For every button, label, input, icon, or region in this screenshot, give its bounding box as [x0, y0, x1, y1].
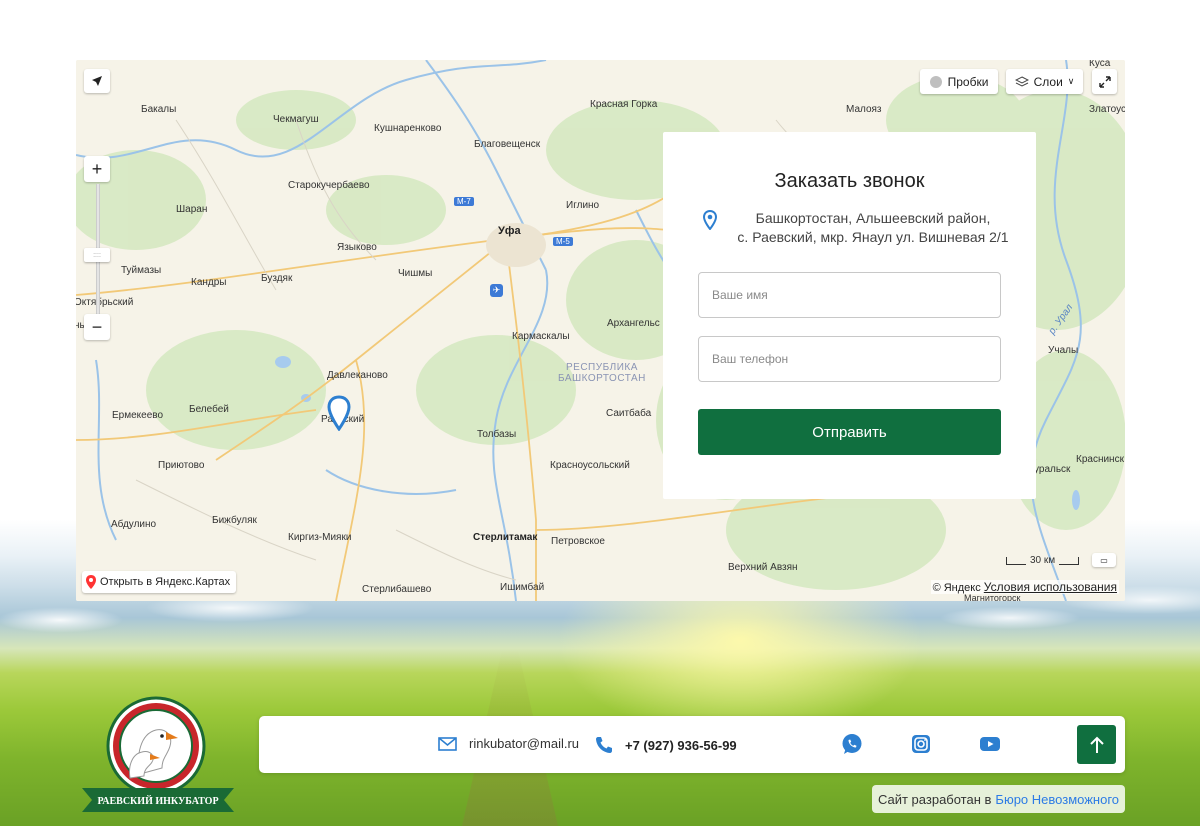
zoom-out-button[interactable]: −	[84, 314, 110, 340]
developer-credit: Сайт разработан в Бюро Невозможного	[872, 785, 1125, 813]
expand-icon	[1098, 75, 1111, 88]
map-label-iglino: Иглино	[566, 200, 600, 211]
email-contact[interactable]: rinkubator@mail.ru	[438, 736, 579, 751]
map-label-uchaly: Учалы	[1048, 345, 1079, 356]
address-line1: Башкортостан, Альшеевский район,	[755, 210, 991, 226]
map-label-chishmy: Чишмы	[398, 268, 433, 279]
map-label-ufa: Уфа	[498, 225, 521, 237]
map-label-arkhangelskoe: Архангельс	[607, 318, 660, 329]
minus-icon: −	[91, 316, 103, 337]
map-label-sterlitamak: Стерлитамак	[473, 532, 538, 543]
mail-icon	[438, 736, 457, 751]
raevsky-incubator-logo[interactable]: РАЕВСКИЙ ИНКУБАТОР	[78, 696, 238, 816]
map-label-petrovskoe: Петровское	[551, 536, 605, 547]
map-label-kushnarenkovo: Кушнаренково	[374, 123, 442, 134]
email-link[interactable]: rinkubator@mail.ru	[469, 736, 579, 751]
geolocation-button[interactable]	[84, 69, 110, 93]
map-scale: 30 км	[1006, 555, 1080, 566]
road-badge-m7: М-7	[454, 197, 474, 206]
map-label-starokucherbaevo: Старокучербаево	[288, 180, 370, 191]
map-label-tolbazy: Толбазы	[477, 429, 517, 440]
map-label-saitbaba: Саитбаба	[606, 408, 652, 419]
map-label-abdulino: Абдулино	[111, 519, 157, 530]
map-label-karmaskaly: Кармаскалы	[512, 331, 570, 342]
open-yandex-maps-link[interactable]: Открыть в Яндекс.Картах	[82, 571, 237, 593]
map-label-bizhbulyak: Бижбуляк	[212, 515, 257, 526]
map-copyright: © Яндекс Условия использования	[930, 580, 1119, 594]
map-marker-icon[interactable]	[327, 395, 351, 431]
footer-contacts-bar: rinkubator@mail.ru +7 (927) 936-56-99	[259, 716, 1125, 773]
map-label-krasnaya-gorka: Красная Горка	[590, 99, 658, 110]
phone-input[interactable]	[698, 336, 1001, 382]
logo-text: РАЕВСКИЙ ИНКУБАТОР	[97, 795, 218, 807]
map-label-davlekanovo: Давлеканово	[327, 370, 388, 381]
map-label-ishimbay: Ишимбай	[500, 582, 545, 593]
phone-icon	[596, 737, 612, 753]
map-label-ermekeevo: Ермекеево	[112, 410, 164, 421]
red-pin-icon	[86, 575, 96, 589]
zoom-in-button[interactable]: +	[84, 156, 110, 182]
map-label-kandry: Кандры	[191, 277, 227, 288]
map-label-kirgiz-miyaki: Киргиз-Мияки	[288, 532, 352, 543]
layers-button[interactable]: Слои ∨	[1006, 69, 1083, 94]
traffic-label: Пробки	[947, 74, 989, 89]
scroll-top-button[interactable]	[1077, 725, 1116, 764]
form-title: Заказать звонок	[774, 170, 925, 192]
phone-link[interactable]: +7 (927) 936-56-99	[625, 738, 737, 753]
map-label-buzdyak: Буздяк	[261, 273, 293, 284]
address-line2: с. Раевский, мкр. Янаул ул. Вишневая 2/1	[737, 229, 1009, 245]
copyright-label: © Яндекс	[932, 582, 981, 594]
map-label-sharan: Шаран	[176, 204, 208, 215]
terms-link[interactable]: Условия использования	[984, 580, 1117, 594]
zoom-slider-handle[interactable]: ::::	[84, 248, 110, 262]
scale-label: 30 км	[1030, 555, 1056, 566]
traffic-button[interactable]: Пробки	[920, 69, 998, 94]
plus-icon: +	[91, 158, 103, 179]
map-label-magnitogorsk: Магнитогорск	[964, 593, 1021, 601]
arrow-up-icon	[1089, 736, 1104, 753]
ruler-button[interactable]: ▭	[1092, 553, 1116, 567]
callback-form: Заказать звонок Башкортостан, Альшеевски…	[663, 132, 1036, 499]
phone-contact[interactable]: +7 (927) 936-56-99	[595, 736, 737, 754]
developer-link[interactable]: Бюро Невозможного	[995, 792, 1119, 807]
traffic-icon	[929, 75, 942, 88]
whatsapp-icon[interactable]	[841, 733, 863, 755]
map-label-yazykovo: Языково	[337, 242, 377, 253]
name-input[interactable]	[698, 272, 1001, 318]
map-label-verkhny-avzyan: Верхний Авзян	[728, 562, 798, 573]
credit-prefix: Сайт разработан в	[877, 791, 992, 807]
layers-label: Слои	[1033, 74, 1063, 89]
map-label-oktyabrsky: Октябрьский	[76, 297, 134, 308]
map-label-krasninsk: Краснинск	[1076, 454, 1124, 465]
ruler-icon: ▭	[1100, 555, 1108, 565]
map-label-tuymazy: Туймазы	[121, 265, 162, 276]
address-text: Башкортостан, Альшеевский район, с. Раев…	[723, 209, 1023, 247]
map-label-priyutovo: Приютово	[158, 460, 205, 471]
map-label-krasnousolsky: Красноусольский	[550, 460, 630, 471]
layers-icon	[1014, 75, 1029, 87]
youtube-icon[interactable]	[979, 733, 1001, 755]
map-label-region: РЕСПУБЛИКА БАШКОРТОСТАН	[558, 362, 646, 384]
map-label-belebey: Белебей	[189, 404, 229, 415]
map-label-bakaly: Бакалы	[141, 104, 177, 115]
airport-icon: ✈	[490, 284, 503, 297]
chevron-down-icon: ∨	[1067, 76, 1075, 86]
submit-button[interactable]: Отправить	[698, 409, 1001, 455]
map-label-maloyaz: Малояз	[846, 104, 882, 115]
location-arrow-icon	[92, 76, 102, 86]
instagram-icon[interactable]	[910, 733, 932, 755]
map-label-sterlibashevo: Стерлибашево	[362, 584, 432, 595]
fullscreen-button[interactable]	[1092, 69, 1117, 94]
map-label-blagoveshchensk: Благовещенск	[474, 139, 541, 150]
map-label-uralsk: уральск	[1034, 464, 1071, 475]
open-yandex-label: Открыть в Яндекс.Картах	[100, 576, 231, 588]
road-badge-m5: М-5	[553, 237, 573, 246]
map-label-kusa: Куса	[1089, 60, 1111, 69]
map-label-chekmagush: Чекмагуш	[273, 114, 319, 125]
map-label-zlatoust: Златоуст	[1089, 104, 1125, 115]
map-pin-icon	[703, 210, 717, 230]
